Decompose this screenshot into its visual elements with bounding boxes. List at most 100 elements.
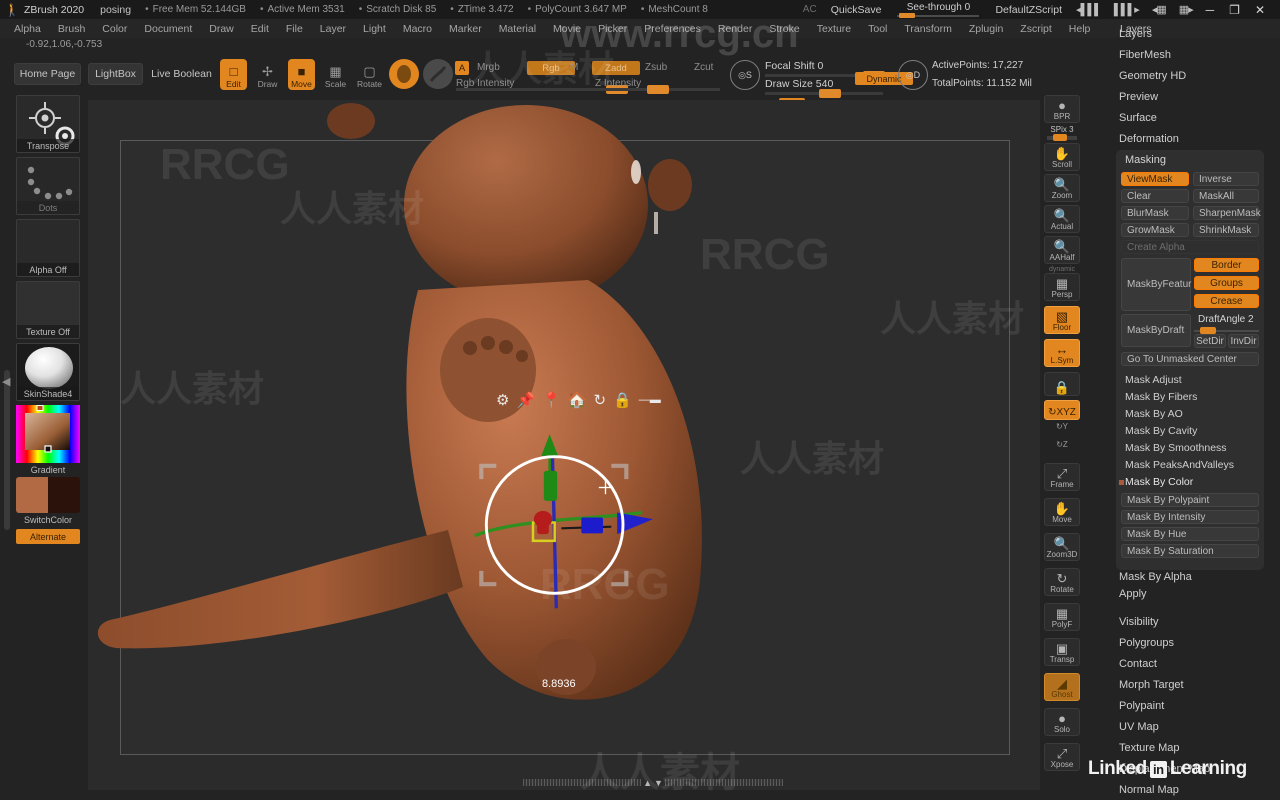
solo-button[interactable]: ● Solo [1044, 708, 1080, 736]
zoom3d-button[interactable]: 🔍 Zoom3D [1044, 533, 1080, 561]
scroll-up-icon[interactable]: ▲ [643, 778, 652, 788]
see-through-knob[interactable] [899, 12, 916, 18]
create-alpha-button[interactable]: Create Alpha [1121, 240, 1259, 254]
mask-by-intensity-button[interactable]: Mask By Intensity [1121, 510, 1259, 524]
mask-by-cavity-item[interactable]: Mask By Cavity [1125, 425, 1197, 437]
growmask-button[interactable]: GrowMask [1121, 223, 1189, 237]
rotate-mode-button[interactable]: ▢ Rotate [356, 59, 383, 90]
palette-item-contact[interactable]: Contact [1119, 658, 1157, 670]
channel-zcut-toggle[interactable]: Zcut [694, 62, 713, 73]
stroke-preview-button[interactable] [423, 59, 453, 89]
slider-icon[interactable]: —▬ [639, 394, 661, 406]
pin-icon[interactable]: 📌 [516, 391, 535, 409]
mask-feature-groups-button[interactable]: Groups [1194, 276, 1259, 290]
palette-item-morph-target[interactable]: Morph Target [1119, 679, 1184, 691]
channel-zsub-toggle[interactable]: Zsub [645, 62, 667, 73]
menu-item-movie[interactable]: Movie [553, 23, 581, 35]
mask-feature-crease-button[interactable]: Crease [1194, 294, 1259, 308]
palette-item-texture-map[interactable]: Texture Map [1119, 742, 1180, 754]
menu-item-alpha[interactable]: Alpha [14, 23, 41, 35]
lock-transform-button[interactable]: 🔒 [1044, 372, 1080, 396]
menu-item-stroke[interactable]: Stroke [769, 23, 799, 35]
mask-by-color-item[interactable]: Mask By Color [1125, 476, 1193, 488]
transp-button[interactable]: ▣ Transp [1044, 638, 1080, 666]
palette-item-uv-map[interactable]: UV Map [1119, 721, 1159, 733]
palette-item-deformation[interactable]: Deformation [1119, 133, 1179, 145]
move-button[interactable]: ✋ Move [1044, 498, 1080, 526]
palette-item-normal-map[interactable]: Normal Map [1119, 784, 1179, 796]
palette-collapse-left-icon[interactable]: ◂▦ [1152, 3, 1167, 16]
z-rotate-button[interactable]: ↻Z [1044, 440, 1080, 449]
lock-icon[interactable]: 🔒 [613, 391, 632, 409]
menu-item-transform[interactable]: Transform [904, 23, 951, 35]
draw-size-knob[interactable] [819, 89, 841, 98]
clear-button[interactable]: Clear [1121, 189, 1189, 203]
gizmo-hud-bar[interactable]: ⚙ 📌 📍 🏠 ↻ 🔒 —▬ [496, 391, 661, 409]
menu-item-zscript[interactable]: Zscript [1020, 23, 1052, 35]
go-to-unmasked-center-button[interactable]: Go To Unmasked Center [1121, 352, 1259, 366]
tray-left-icon[interactable]: ◂▌▌▌ [1076, 3, 1102, 16]
canvas-scroll-strip[interactable]: ▲ ▼ [508, 777, 798, 788]
channel-mrgb-toggle[interactable]: Mrgb [477, 62, 500, 73]
switch-color-button[interactable]: SwitchColor [16, 513, 80, 526]
restore-button[interactable]: ❐ [1229, 3, 1240, 17]
menu-item-macro[interactable]: Macro [403, 23, 432, 35]
menu-item-draw[interactable]: Draw [209, 23, 234, 35]
move-mode-button[interactable]: ■ Move [288, 59, 315, 90]
menu-item-zplugin[interactable]: Zplugin [969, 23, 1003, 35]
menu-item-preferences[interactable]: Preferences [644, 23, 701, 35]
menu-item-brush[interactable]: Brush [58, 23, 85, 35]
mask-peaks-valleys-item[interactable]: Mask PeaksAndValleys [1125, 459, 1234, 471]
spix-slider[interactable] [1047, 134, 1077, 141]
palette-item-polygroups[interactable]: Polygroups [1119, 637, 1174, 649]
scale-mode-button[interactable]: ▦ Scale [322, 59, 349, 90]
mask-by-alpha-item[interactable]: Mask By Alpha [1119, 571, 1192, 583]
palette-item-fibermesh[interactable]: FiberMesh [1119, 49, 1171, 61]
menu-item-render[interactable]: Render [718, 23, 752, 35]
menu-item-texture[interactable]: Texture [817, 23, 851, 35]
mask-feature-border-button[interactable]: Border [1194, 258, 1259, 272]
shrinkmask-button[interactable]: ShrinkMask [1193, 223, 1259, 237]
material-swatch[interactable]: SkinShade4 [16, 343, 80, 401]
palette-item-surface[interactable]: Surface [1119, 112, 1157, 124]
scroll-down-icon[interactable]: ▼ [654, 778, 663, 788]
gear-icon[interactable]: ⚙ [496, 391, 509, 409]
channel-a-toggle[interactable]: A [455, 61, 469, 75]
spix-knob[interactable] [1053, 134, 1067, 141]
ghost-button[interactable]: ◢ Ghost [1044, 673, 1080, 701]
blurmask-button[interactable]: BlurMask [1121, 206, 1189, 220]
lsym-button[interactable]: ↔ L.Sym [1044, 339, 1080, 367]
home-page-button[interactable]: Home Page [14, 63, 81, 85]
menu-item-help[interactable]: Help [1069, 23, 1091, 35]
live-boolean-button[interactable]: Live Boolean [150, 63, 213, 85]
secondary-color-swatch[interactable] [48, 477, 80, 513]
palette-item-geometry-hd[interactable]: Geometry HD [1119, 70, 1186, 82]
menu-item-edit[interactable]: Edit [251, 23, 269, 35]
draw-size-slider[interactable] [765, 89, 883, 98]
channel-zadd-toggle[interactable]: Zadd [592, 61, 640, 75]
palette-collapse-right-icon[interactable]: ▦▸ [1179, 3, 1194, 16]
primary-color-swatch[interactable] [16, 477, 48, 513]
setdir-button[interactable]: SetDir [1194, 334, 1226, 348]
alpha-swatch[interactable]: Alpha Off [16, 219, 80, 277]
see-through-slider[interactable]: See-through 0 [897, 2, 980, 18]
brush-swatch[interactable]: Transpose [16, 95, 80, 153]
menu-item-material[interactable]: Material [499, 23, 536, 35]
color-picker[interactable] [16, 405, 80, 463]
mask-by-ao-item[interactable]: Mask By AO [1125, 408, 1183, 420]
scroll-bar-right[interactable] [664, 779, 783, 786]
menu-item-light[interactable]: Light [363, 23, 386, 35]
stroke-swatch[interactable]: Dots [16, 157, 80, 215]
mask-adjust-item[interactable]: Mask Adjust [1125, 374, 1182, 386]
menu-item-tool[interactable]: Tool [868, 23, 887, 35]
actual-button[interactable]: 🔍 Actual [1044, 205, 1080, 233]
menu-item-file[interactable]: File [286, 23, 303, 35]
lightbox-button[interactable]: LightBox [88, 63, 143, 85]
home-icon[interactable]: 🏠 [568, 391, 587, 409]
inverse-button[interactable]: Inverse [1193, 172, 1259, 186]
quicksave-button[interactable]: QuickSave [831, 4, 882, 16]
polyf-button[interactable]: ▦ PolyF [1044, 603, 1080, 631]
scroll-bar-left[interactable] [523, 779, 642, 786]
menu-item-layer[interactable]: Layer [320, 23, 346, 35]
tray-right-icon[interactable]: ▌▌▌▸ [1114, 3, 1140, 16]
